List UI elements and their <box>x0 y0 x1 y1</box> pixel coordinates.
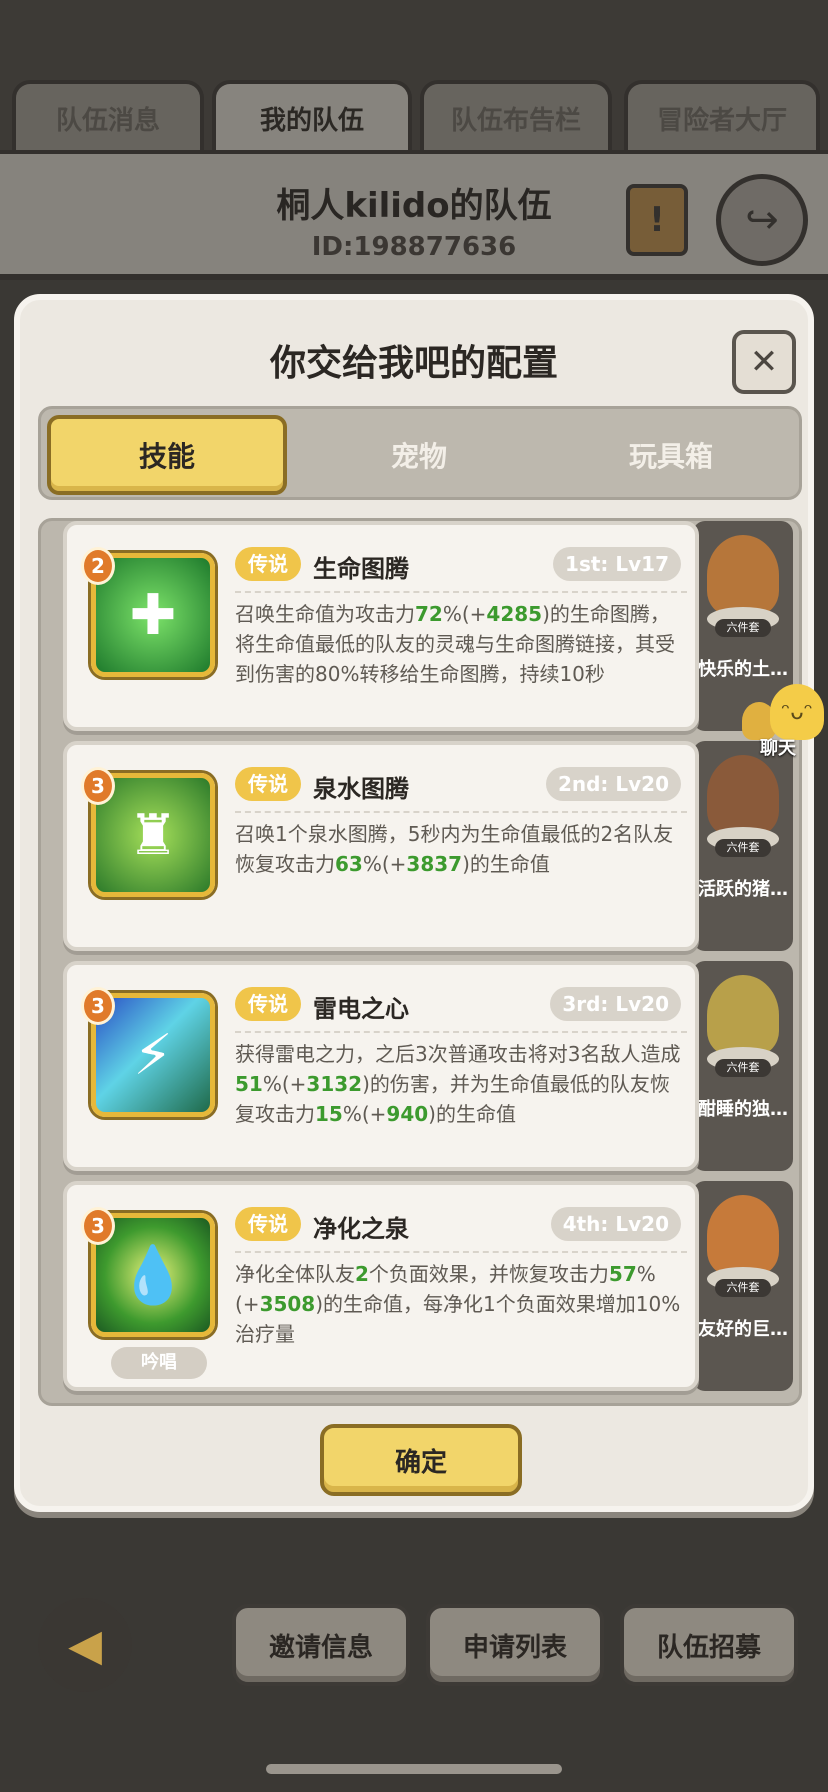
skill-description: 获得雷电之力，之后3次普通攻击将对3名敌人造成51%(+3132)的伤害，并为生… <box>235 1039 687 1129</box>
pet-figure <box>707 1195 779 1275</box>
segment-toybox[interactable]: 玩具箱 <box>551 415 791 495</box>
chant-tag: 吟唱 <box>111 1347 207 1379</box>
desc-text: 召唤生命值为攻击力 <box>235 602 415 626</box>
pet-figure <box>707 975 779 1055</box>
modal-title: 你交给我吧的配置 <box>269 343 558 384</box>
skill-level-badge: 3 <box>81 767 115 805</box>
pet-figure <box>707 535 779 615</box>
close-button[interactable]: ✕ <box>732 330 796 394</box>
desc-number: 72 <box>415 602 443 626</box>
desc-number: 4285 <box>486 602 543 626</box>
pet-set-badge: 六件套 <box>715 1279 771 1297</box>
desc-text: )的生命值 <box>462 852 550 876</box>
skill-card-4[interactable]: 💧 3 吟唱 传说 净化之泉 4th: Lv20 净化全体队友2个负面效果，并恢… <box>63 1181 699 1391</box>
skill-name: 雷电之心 <box>313 995 409 1023</box>
pet-name: 友好的巨… <box>698 1319 788 1340</box>
chat-ghost-icon: ᵔᴗᵔ <box>770 684 824 740</box>
desc-text: %(+ <box>442 602 487 626</box>
desc-text: 获得雷电之力，之后3次普通攻击将对3名敌人造成 <box>235 1042 681 1066</box>
desc-text: )的生命值 <box>428 1102 516 1126</box>
desc-text: %(+ <box>262 1072 307 1096</box>
divider <box>235 811 687 813</box>
desc-number: 51 <box>235 1072 263 1096</box>
home-indicator[interactable] <box>266 1764 562 1774</box>
rarity-tag: 传说 <box>235 767 301 801</box>
category-segment: 技能 宠物 玩具箱 <box>38 406 802 500</box>
skill-card-2[interactable]: ♜ 3 传说 泉水图腾 2nd: Lv20 召唤1个泉水图腾，5秒内为生命值最低… <box>63 741 699 951</box>
pet-set-badge: 六件套 <box>715 839 771 857</box>
segment-pets[interactable]: 宠物 <box>299 415 539 495</box>
lightning-glyph: ⚡ <box>133 1022 173 1088</box>
rarity-tag: 传说 <box>235 987 301 1021</box>
totem-glyph: ♜ <box>127 802 179 868</box>
back-arrow-icon[interactable]: ◀ <box>38 1598 132 1692</box>
chat-button[interactable]: ᵔᴗᵔ 聊天 <box>742 684 826 759</box>
pet-set-badge: 六件套 <box>715 1059 771 1077</box>
slot-level-tag: 1st: Lv17 <box>553 547 681 581</box>
skill-level-badge: 3 <box>81 1207 115 1245</box>
divider <box>235 1031 687 1033</box>
chat-label: 聊天 <box>760 738 796 759</box>
pet-name: 酣睡的独… <box>698 1099 788 1120</box>
pet-slot-4[interactable]: 六件套 友好的巨… <box>693 1181 793 1391</box>
desc-number: 940 <box>386 1102 429 1126</box>
pet-figure <box>707 755 779 835</box>
skill-description: 召唤生命值为攻击力72%(+4285)的生命图腾，将生命值最低的队友的灵魂与生命… <box>235 599 687 689</box>
skill-description: 召唤1个泉水图腾，5秒内为生命值最低的2名队友恢复攻击力63%(+3837)的生… <box>235 819 687 879</box>
config-modal: 你交给我吧的配置 ✕ 技能 宠物 玩具箱 六件套 快乐的土… ✚ 2 传说 生命… <box>14 294 814 1512</box>
desc-number: 2 <box>355 1262 369 1286</box>
skill-list: 六件套 快乐的土… ✚ 2 传说 生命图腾 1st: Lv17 召唤生命值为攻击… <box>38 518 802 1406</box>
desc-text: 净化全体队友 <box>235 1262 355 1286</box>
skill-description: 净化全体队友2个负面效果，并恢复攻击力57%(+3508)的生命值，每净化1个负… <box>235 1259 687 1349</box>
desc-number: 15 <box>315 1102 343 1126</box>
skill-name: 生命图腾 <box>313 555 409 583</box>
slot-level-tag: 4th: Lv20 <box>550 1207 681 1241</box>
application-list-button[interactable]: 申请列表 <box>426 1604 604 1686</box>
desc-number: 3508 <box>259 1292 316 1316</box>
slot-level-tag: 3rd: Lv20 <box>550 987 681 1021</box>
skill-card-3[interactable]: ⚡ 3 传说 雷电之心 3rd: Lv20 获得雷电之力，之后3次普通攻击将对3… <box>63 961 699 1171</box>
slot-level-tag: 2nd: Lv20 <box>545 767 681 801</box>
desc-number: 3837 <box>406 852 463 876</box>
pet-slot-2[interactable]: 六件套 活跃的猪… <box>693 741 793 951</box>
desc-text: %(+ <box>362 852 407 876</box>
skill-level-badge: 2 <box>81 547 115 585</box>
desc-number: 63 <box>335 852 363 876</box>
pet-set-badge: 六件套 <box>715 619 771 637</box>
pet-slot-3[interactable]: 六件套 酣睡的独… <box>693 961 793 1171</box>
desc-text: %(+ <box>342 1102 387 1126</box>
divider <box>235 1251 687 1253</box>
confirm-button[interactable]: 确定 <box>320 1424 522 1496</box>
rarity-tag: 传说 <box>235 1207 301 1241</box>
drop-glyph: 💧 <box>118 1243 188 1308</box>
invite-info-button[interactable]: 邀请信息 <box>232 1604 410 1686</box>
totem-glyph: ✚ <box>129 582 177 648</box>
divider <box>235 591 687 593</box>
skill-name: 泉水图腾 <box>313 775 409 803</box>
rarity-tag: 传说 <box>235 547 301 581</box>
skill-level-badge: 3 <box>81 987 115 1025</box>
desc-number: 57 <box>608 1262 637 1286</box>
pet-name: 快乐的土… <box>698 659 788 680</box>
segment-skills[interactable]: 技能 <box>47 415 287 495</box>
skill-card-1[interactable]: ✚ 2 传说 生命图腾 1st: Lv17 召唤生命值为攻击力72%(+4285… <box>63 521 699 731</box>
desc-text: 个负面效果，并恢复攻击力 <box>368 1262 609 1286</box>
team-recruit-button[interactable]: 队伍招募 <box>620 1604 798 1686</box>
skill-name: 净化之泉 <box>313 1215 409 1243</box>
desc-number: 3132 <box>306 1072 363 1096</box>
pet-name: 活跃的猪… <box>698 879 788 900</box>
